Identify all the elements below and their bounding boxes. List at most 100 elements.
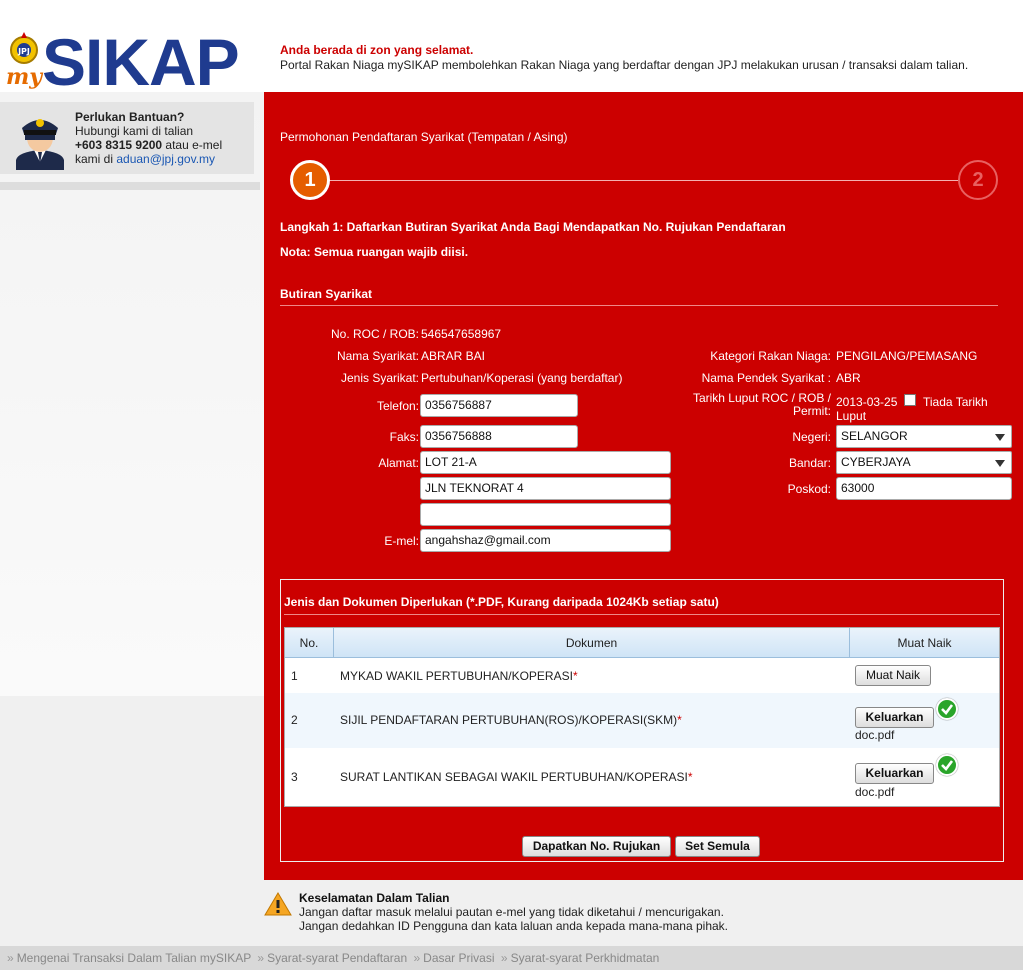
sidebar: Perlukan Bantuan? Hubungi kami di talian… [0,92,264,696]
row-no: 1 [291,669,298,683]
state-select[interactable]: SELANGOR [836,425,1012,448]
check-icon [936,698,958,720]
chevron-down-icon [995,434,1005,441]
no-expiry-label-line2: Luput [836,409,867,423]
footer-separator: » [413,951,421,965]
state-label: Negeri: [792,430,831,444]
table-header: No. Dokumen Muat Naik [285,628,999,658]
row-document: MYKAD WAKIL PERTUBUHAN/KOPERASI* [340,669,578,683]
footer-links: » Mengenai Transaksi Dalam Talian mySIKAP… [4,951,659,965]
row-no: 3 [291,770,298,784]
svg-text:JPJ: JPJ [17,47,30,56]
footer-separator: » [500,951,508,965]
short-name-label: Nama Pendek Syarikat : [701,371,831,385]
step-heading: Langkah 1: Daftarkan Butiran Syarikat An… [280,220,786,234]
company-name-value: ABRAR BAI [421,349,486,363]
documents-divider [284,614,1000,615]
category-value: PENGILANG/PEMASANG [836,349,978,363]
footer-separator: » [7,951,14,965]
footer-link-privacy[interactable]: Dasar Privasi [423,951,494,965]
upload-button[interactable]: Muat Naik [855,665,931,686]
page-title: Permohonan Pendaftaran Syarikat (Tempata… [280,130,568,144]
state-select-value: SELANGOR [841,429,908,443]
remove-button[interactable]: Keluarkan [855,707,934,728]
expiry-label-line2: Permit: [792,404,831,418]
footer-separator: » [257,951,265,965]
security-notice: Anda berada di zon yang selamat. Portal … [280,43,968,72]
registration-panel: Permohonan Pendaftaran Syarikat (Tempata… [264,92,1023,880]
security-line1: Jangan daftar masuk melalui pautan e-mel… [299,905,724,919]
email-field[interactable]: angahshaz@gmail.com [420,529,671,552]
company-type-label: Jenis Syarikat: [340,371,419,385]
address-label: Alamat: [378,456,419,470]
logo-text: SIKAP [42,25,240,99]
phone-field[interactable]: 0356756887 [420,394,578,417]
fax-field[interactable]: 0356756888 [420,425,578,448]
security-text: Jangan daftar masuk melalui pautan e-mel… [299,905,728,933]
step-2: 2 [958,160,998,200]
postcode-label: Poskod: [787,482,831,496]
section-title: Butiran Syarikat [280,287,373,301]
address-line1-field[interactable]: LOT 21-A [420,451,671,474]
help-line2-suffix: atau e-mel [162,138,223,152]
warning-icon [264,892,292,916]
required-mark: * [677,713,682,727]
help-line1: Hubungi kami di talian [75,124,194,138]
row-no: 2 [291,713,298,727]
step-line [326,180,958,181]
address-line2-field[interactable]: JLN TEKNORAT 4 [420,477,671,500]
city-select[interactable]: CYBERJAYA [836,451,1012,474]
security-title: Keselamatan Dalam Talian [299,891,450,905]
address-line3-field[interactable] [420,503,671,526]
row-document: SURAT LANTIKAN SEBAGAI WAKIL PERTUBUHAN/… [340,770,693,784]
get-reference-button[interactable]: Dapatkan No. Rujukan [522,836,671,857]
short-name-value: ABR [836,371,861,385]
step-1: 1 [290,160,330,200]
check-icon [936,754,958,776]
expiry-value: 2013-03-25 [836,395,898,409]
uploaded-filename[interactable]: doc.pdf [855,728,894,742]
help-box: Perlukan Bantuan? Hubungi kami di talian… [0,102,254,174]
jpj-emblem-icon: JPJ [10,32,38,64]
roc-label: No. ROC / ROB: [330,327,419,341]
no-expiry-label-line1: Tiada Tarikh [923,395,988,409]
reset-button[interactable]: Set Semula [675,836,760,857]
company-type-value: Pertubuhan/Koperasi (yang berdaftar) [421,371,623,385]
step-indicator: 1 2 [290,160,998,202]
city-label: Bandar: [788,456,831,470]
row-document-name: SURAT LANTIKAN SEBAGAI WAKIL PERTUBUHAN/… [340,770,688,784]
footer-link-registration-terms[interactable]: Syarat-syarat Pendaftaran [267,951,407,965]
sidebar-divider [0,182,260,190]
logo-prefix: my [6,64,43,90]
mysikap-logo[interactable]: JPJ my SIKAP [4,25,244,99]
phone-label: Telefon: [376,399,419,413]
row-document-name: MYKAD WAKIL PERTUBUHAN/KOPERASI [340,669,573,683]
row-document-name: SIJIL PENDAFTARAN PERTUBUHAN(ROS)/KOPERA… [340,713,678,727]
city-select-value: CYBERJAYA [841,455,911,469]
fax-label: Faks: [389,430,419,444]
form-note: Nota: Semua ruangan wajib diisi. [280,245,469,259]
header: JPJ my SIKAP Anda berada di zon yang sel… [0,0,1023,99]
expiry-label: Tarikh Luput ROC / ROB / Permit: [693,392,831,418]
footer-link-about[interactable]: Mengenai Transaksi Dalam Talian mySIKAP [17,951,251,965]
remove-button[interactable]: Keluarkan [855,763,934,784]
uploaded-filename[interactable]: doc.pdf [855,785,894,799]
row-document: SIJIL PENDAFTARAN PERTUBUHAN(ROS)/KOPERA… [340,713,682,727]
footer-link-service-terms[interactable]: Syarat-syarat Perkhidmatan [511,951,660,965]
col-upload-header: Muat Naik [897,636,952,650]
help-text: Perlukan Bantuan? Hubungi kami di talian… [75,110,222,166]
table-row: 2 SIJIL PENDAFTARAN PERTUBUHAN(ROS)/KOPE… [285,693,999,748]
sidebar-bottom [0,696,264,946]
security-tips: Keselamatan Dalam Talian Jangan daftar m… [264,880,1023,946]
documents-box: Jenis dan Dokumen Diperlukan (*.PDF, Kur… [280,579,1004,862]
required-mark: * [687,770,693,784]
table-row: 1 MYKAD WAKIL PERTUBUHAN/KOPERASI* Muat … [285,659,999,693]
category-label: Kategori Rakan Niaga: [710,349,831,363]
table-row: 3 SURAT LANTIKAN SEBAGAI WAKIL PERTUBUHA… [285,748,999,806]
no-expiry-checkbox[interactable] [904,394,916,406]
company-name-label: Nama Syarikat: [336,349,419,363]
documents-title: Jenis dan Dokumen Diperlukan (*.PDF, Kur… [284,595,719,609]
help-line3-prefix: kami di [75,152,117,166]
postcode-field[interactable]: 63000 [836,477,1012,500]
help-email-link[interactable]: aduan@jpj.gov.my [116,152,215,166]
